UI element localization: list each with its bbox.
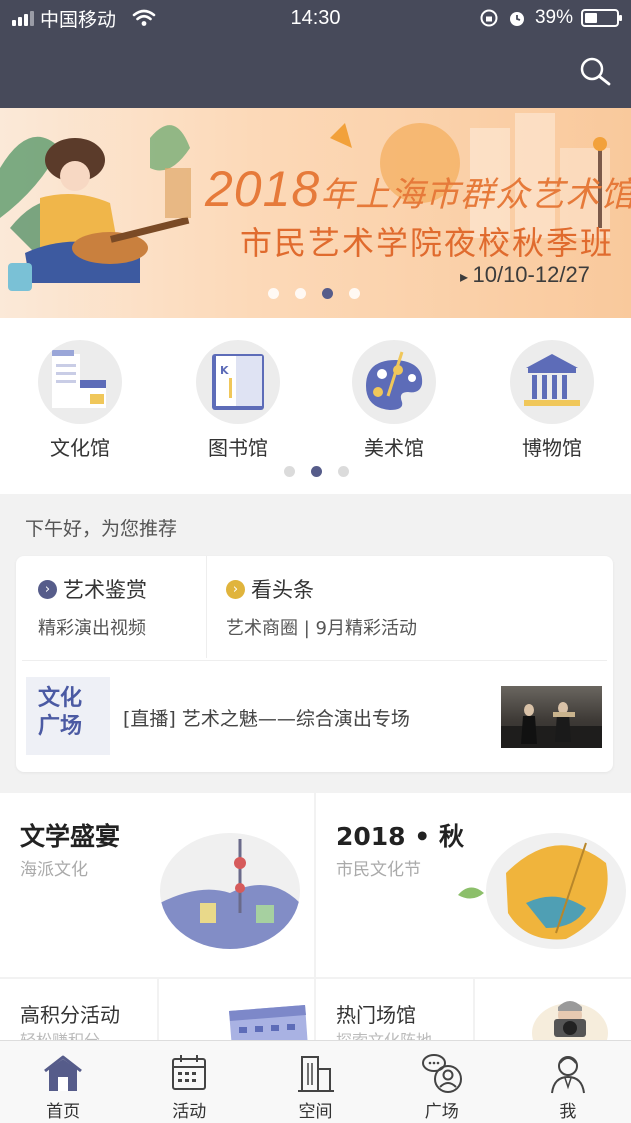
chevron-right-icon: ›	[226, 579, 245, 599]
tab-activities[interactable]: 活动	[126, 1041, 252, 1123]
tab-label: 空间	[298, 1102, 333, 1122]
tile-literature-feast[interactable]: 文学盛宴 海派文化	[0, 793, 314, 977]
recommend-art-appreciation[interactable]: › 艺术鉴赏 精彩演出视频	[38, 574, 147, 640]
tile-title: 2018 • 秋	[336, 822, 464, 851]
tile-popular-venues[interactable]: 热门场馆 探索文化阵地	[316, 979, 473, 1043]
pager-dot[interactable]	[268, 288, 279, 299]
category-culture-center[interactable]: 文化馆	[20, 340, 140, 461]
building-icon	[52, 350, 106, 408]
tab-me[interactable]: 我	[505, 1041, 631, 1123]
palette-icon	[366, 351, 423, 410]
recommend-title: 看头条	[251, 578, 314, 602]
top-bar: 中国移动 14:30 39%	[0, 0, 631, 108]
recommend-subtitle: 精彩演出视频	[38, 618, 146, 639]
tab-label: 我	[559, 1102, 577, 1122]
tile-autumn-festival[interactable]: 2018 • 秋 市民文化节	[316, 793, 631, 977]
performers-image	[501, 702, 602, 748]
tile-title: 高积分活动	[20, 1003, 120, 1027]
recommend-headlines[interactable]: › 看头条 艺术商圈 | 9月精彩活动	[226, 574, 417, 640]
tab-label: 广场	[424, 1102, 459, 1122]
divider	[206, 556, 207, 658]
category-bar: 文化馆 K 图书馆 美术馆 博物馆	[0, 318, 631, 494]
photographer-illustration	[532, 1001, 608, 1043]
category-pager[interactable]	[284, 466, 349, 477]
battery-icon	[581, 9, 622, 27]
status-bar: 中国移动 14:30 39%	[0, 0, 631, 36]
banner-subtitle: 市民艺术学院夜校秋季班	[240, 224, 615, 262]
culture-square-logo: 文化 广场	[26, 677, 110, 755]
greeting-text: 下午好，为您推荐	[25, 518, 178, 540]
calendar-icon	[172, 1055, 207, 1090]
bottom-tab-bar: 首页 活动 空间 广场 我	[0, 1040, 631, 1123]
divider	[22, 660, 607, 661]
category-art-gallery[interactable]: 美术馆	[334, 340, 454, 461]
pager-dot[interactable]	[311, 466, 322, 477]
tab-label: 首页	[46, 1102, 81, 1122]
tab-plaza[interactable]: 广场	[379, 1041, 505, 1123]
live-thumbnail[interactable]	[501, 686, 602, 748]
category-label: 文化馆	[50, 436, 110, 460]
alarm-icon	[509, 12, 524, 26]
recommend-subtitle: 艺术商圈 | 9月精彩活动	[226, 618, 417, 639]
live-stream-link[interactable]: [直播] 艺术之魅——综合演出专场	[123, 704, 410, 731]
tab-home[interactable]: 首页	[0, 1041, 126, 1123]
banner-title: 2018年上海市群众艺术馆	[205, 160, 631, 218]
tile-title: 文学盛宴	[20, 822, 121, 851]
person-icon	[550, 1056, 585, 1094]
tab-space[interactable]: 空间	[252, 1041, 378, 1123]
chevron-right-icon: ›	[38, 579, 57, 599]
tab-label: 活动	[172, 1102, 207, 1122]
buildings-icon	[297, 1056, 334, 1092]
wifi-icon	[132, 9, 156, 26]
leaf-icon	[458, 887, 484, 899]
banner-year: 2018	[205, 161, 321, 217]
tile-subtitle: 海派文化	[20, 860, 88, 880]
calendar-illustration	[229, 1005, 308, 1043]
tile-calendar-art[interactable]	[159, 979, 314, 1043]
city-tower-illustration	[160, 833, 300, 949]
rotation-lock-icon	[480, 9, 498, 27]
tile-photographer-art[interactable]	[475, 979, 631, 1043]
category-museum[interactable]: 博物馆	[492, 340, 612, 461]
book-icon: K	[212, 354, 264, 410]
banner-title-rest: 年上海市群众艺术馆	[320, 176, 631, 214]
pager-dot[interactable]	[295, 288, 306, 299]
ginkgo-leaf-illustration	[486, 833, 626, 949]
tile-high-points[interactable]: 高积分活动 轻松赚积分	[0, 979, 157, 1043]
category-label: 博物馆	[522, 436, 582, 460]
recommend-card: › 艺术鉴赏 精彩演出视频 › 看头条 艺术商圈 | 9月精彩活动 文化 广场 [直…	[16, 556, 613, 772]
pager-dot[interactable]	[284, 466, 295, 477]
clock: 14:30	[290, 6, 341, 29]
home-icon	[44, 1055, 83, 1091]
battery-percent: 39%	[534, 7, 573, 28]
pager-dot[interactable]	[338, 466, 349, 477]
banner-pager[interactable]	[268, 288, 360, 299]
chat-user-icon	[421, 1054, 462, 1093]
search-icon[interactable]	[577, 54, 613, 90]
tile-subtitle: 市民文化节	[336, 860, 421, 880]
recommend-title: 艺术鉴赏	[63, 578, 147, 602]
carrier-label: 中国移动	[40, 8, 117, 31]
svg-text:K: K	[220, 364, 229, 377]
category-label: 图书馆	[208, 436, 268, 460]
pager-dot[interactable]	[349, 288, 360, 299]
signal-icon	[12, 10, 34, 26]
museum-icon	[524, 354, 580, 406]
tile-title: 热门场馆	[336, 1003, 416, 1027]
pager-dot[interactable]	[322, 288, 333, 299]
promo-banner[interactable]: 2018年上海市群众艺术馆 市民艺术学院夜校秋季班 10/10-12/27	[0, 108, 631, 318]
category-label: 美术馆	[364, 436, 424, 460]
category-library[interactable]: K 图书馆	[178, 340, 298, 461]
banner-dates: 10/10-12/27	[460, 262, 589, 288]
